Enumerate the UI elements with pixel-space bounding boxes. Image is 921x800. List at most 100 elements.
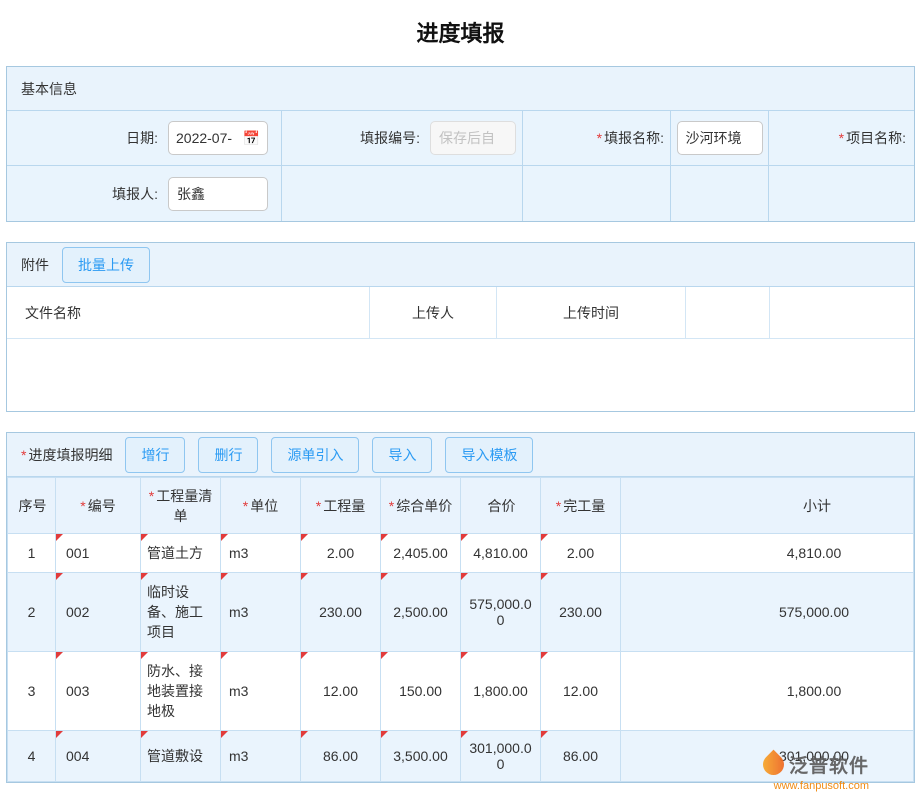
cell-subtotal: 4,810.00 bbox=[621, 534, 914, 573]
cell-code[interactable]: 004 bbox=[56, 731, 141, 782]
cell-price[interactable]: 150.00 bbox=[381, 652, 461, 731]
project-name-label-cell: * 项目名称: bbox=[769, 111, 914, 166]
basic-info-title: 基本信息 bbox=[21, 79, 77, 99]
cell-done[interactable]: 230.00 bbox=[541, 573, 621, 652]
fanpu-logo-icon bbox=[759, 750, 789, 780]
add-row-button[interactable]: 增行 bbox=[125, 437, 185, 473]
col-no: 序号 bbox=[8, 478, 56, 534]
filler-input[interactable] bbox=[168, 177, 268, 211]
cell-total[interactable]: 575,000.00 bbox=[461, 573, 541, 652]
page-title: 进度填报 bbox=[0, 0, 921, 66]
attachments-header: 附件 批量上传 bbox=[7, 243, 914, 287]
project-name-label: 项目名称: bbox=[846, 128, 906, 148]
cell-total[interactable]: 1,800.00 bbox=[461, 652, 541, 731]
col-done: *完工量 bbox=[541, 478, 621, 534]
report-no-cell: 填报编号: bbox=[282, 111, 523, 166]
cell-no: 1 bbox=[8, 534, 56, 573]
required-marker: * bbox=[597, 130, 602, 146]
col-qty: *工程量 bbox=[301, 478, 381, 534]
col-file-name: 文件名称 bbox=[7, 287, 370, 339]
attachments-title: 附件 bbox=[21, 255, 49, 275]
cell-done[interactable]: 12.00 bbox=[541, 652, 621, 731]
table-row: 3 003 防水、接地装置接地极 m3 12.00 150.00 1,800.0… bbox=[8, 652, 914, 731]
cell-item[interactable]: 临时设备、施工项目 bbox=[141, 573, 221, 652]
basic-info-grid: 日期: 2022-07- 📅 填报编号: * 填报名称: * 项目名称: 填报人… bbox=[7, 111, 914, 221]
required-marker: * bbox=[21, 447, 26, 463]
cell-subtotal: 575,000.00 bbox=[621, 573, 914, 652]
watermark-url: www.fanpusoft.com bbox=[763, 780, 869, 792]
detail-table: 序号 *编号 *工程量清单 *单位 *工程量 *综合单价 合价 *完工量 小计 … bbox=[7, 477, 914, 782]
table-row: 2 002 临时设备、施工项目 m3 230.00 2,500.00 575,0… bbox=[8, 573, 914, 652]
col-price: *综合单价 bbox=[381, 478, 461, 534]
cell-no: 3 bbox=[8, 652, 56, 731]
cell-item[interactable]: 管道敷设 bbox=[141, 731, 221, 782]
import-template-button[interactable]: 导入模板 bbox=[445, 437, 533, 473]
attachments-panel: 附件 批量上传 文件名称 上传人 上传时间 bbox=[6, 242, 915, 412]
cell-price[interactable]: 2,500.00 bbox=[381, 573, 461, 652]
cell-price[interactable]: 3,500.00 bbox=[381, 731, 461, 782]
cell-code[interactable]: 003 bbox=[56, 652, 141, 731]
empty-cell bbox=[671, 166, 769, 221]
cell-no: 4 bbox=[8, 731, 56, 782]
detail-header-row: 序号 *编号 *工程量清单 *单位 *工程量 *综合单价 合价 *完工量 小计 bbox=[8, 478, 914, 534]
report-name-label-cell: * 填报名称: bbox=[523, 111, 671, 166]
filler-label: 填报人: bbox=[112, 184, 158, 204]
watermark-brand: 泛普软件 bbox=[789, 751, 869, 778]
col-empty bbox=[770, 287, 914, 339]
delete-row-button[interactable]: 删行 bbox=[198, 437, 258, 473]
col-item: *工程量清单 bbox=[141, 478, 221, 534]
source-import-button[interactable]: 源单引入 bbox=[271, 437, 359, 473]
cell-item[interactable]: 管道土方 bbox=[141, 534, 221, 573]
col-unit: *单位 bbox=[221, 478, 301, 534]
cell-done[interactable]: 86.00 bbox=[541, 731, 621, 782]
date-input[interactable]: 2022-07- 📅 bbox=[168, 121, 268, 155]
cell-unit[interactable]: m3 bbox=[221, 573, 301, 652]
empty-cell bbox=[769, 166, 914, 221]
cell-code[interactable]: 001 bbox=[56, 534, 141, 573]
col-total: 合价 bbox=[461, 478, 541, 534]
cell-code[interactable]: 002 bbox=[56, 573, 141, 652]
basic-info-header: 基本信息 bbox=[7, 67, 914, 111]
detail-header-bar: *进度填报明细 增行 删行 源单引入 导入 导入模板 bbox=[7, 433, 914, 477]
cell-unit[interactable]: m3 bbox=[221, 534, 301, 573]
import-button[interactable]: 导入 bbox=[372, 437, 432, 473]
calendar-icon[interactable]: 📅 bbox=[243, 131, 260, 145]
date-value: 2022-07- bbox=[176, 130, 232, 146]
batch-upload-button[interactable]: 批量上传 bbox=[62, 247, 150, 283]
report-no-label: 填报编号: bbox=[360, 128, 420, 148]
empty-cell bbox=[523, 166, 671, 221]
col-uploader: 上传人 bbox=[370, 287, 497, 339]
cell-qty[interactable]: 12.00 bbox=[301, 652, 381, 731]
cell-qty[interactable]: 2.00 bbox=[301, 534, 381, 573]
report-no-input[interactable] bbox=[430, 121, 516, 155]
col-subtotal: 小计 bbox=[621, 478, 914, 534]
empty-cell bbox=[282, 166, 523, 221]
date-cell: 日期: 2022-07- 📅 bbox=[7, 111, 282, 166]
attachments-empty-area bbox=[7, 339, 914, 411]
cell-item[interactable]: 防水、接地装置接地极 bbox=[141, 652, 221, 731]
cell-price[interactable]: 2,405.00 bbox=[381, 534, 461, 573]
cell-qty[interactable]: 86.00 bbox=[301, 731, 381, 782]
col-code: *编号 bbox=[56, 478, 141, 534]
col-upload-time: 上传时间 bbox=[497, 287, 686, 339]
report-name-label: 填报名称: bbox=[604, 128, 664, 148]
date-label: 日期: bbox=[126, 128, 158, 148]
col-empty bbox=[686, 287, 770, 339]
required-marker: * bbox=[839, 130, 844, 146]
cell-qty[interactable]: 230.00 bbox=[301, 573, 381, 652]
cell-unit[interactable]: m3 bbox=[221, 731, 301, 782]
report-name-input[interactable] bbox=[677, 121, 763, 155]
cell-total[interactable]: 4,810.00 bbox=[461, 534, 541, 573]
table-row: 1 001 管道土方 m3 2.00 2,405.00 4,810.00 2.0… bbox=[8, 534, 914, 573]
report-name-cell bbox=[671, 111, 769, 166]
attachments-table-header: 文件名称 上传人 上传时间 bbox=[7, 287, 914, 339]
basic-info-panel: 基本信息 日期: 2022-07- 📅 填报编号: * 填报名称: * 项目名称… bbox=[6, 66, 915, 222]
watermark: 泛普软件 www.fanpusoft.com bbox=[763, 751, 869, 792]
cell-done[interactable]: 2.00 bbox=[541, 534, 621, 573]
filler-cell: 填报人: bbox=[7, 166, 282, 221]
detail-title: *进度填报明细 bbox=[21, 445, 112, 465]
cell-no: 2 bbox=[8, 573, 56, 652]
cell-unit[interactable]: m3 bbox=[221, 652, 301, 731]
cell-total[interactable]: 301,000.00 bbox=[461, 731, 541, 782]
detail-panel: *进度填报明细 增行 删行 源单引入 导入 导入模板 序号 *编号 *工程量清单… bbox=[6, 432, 915, 783]
